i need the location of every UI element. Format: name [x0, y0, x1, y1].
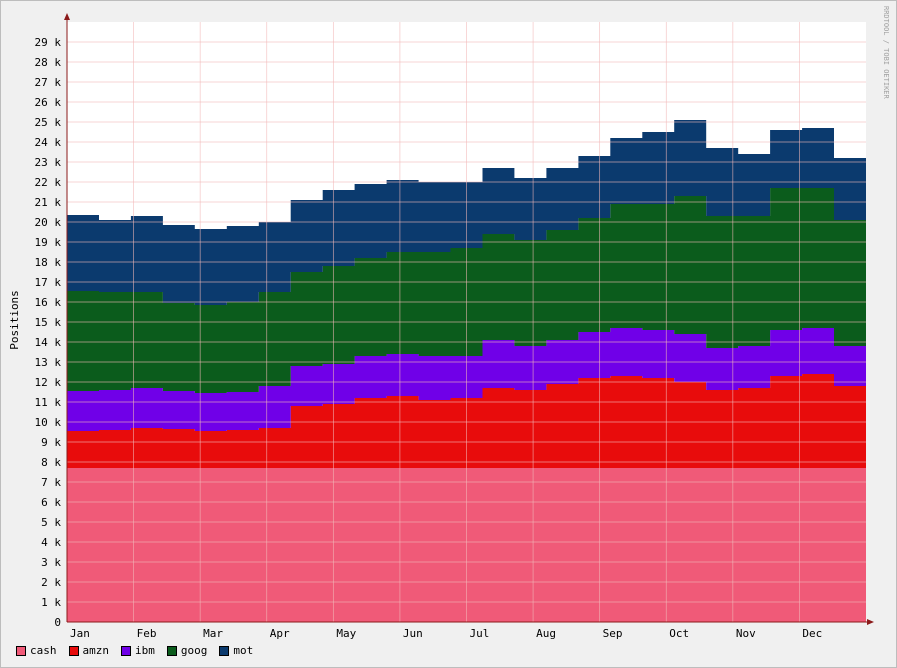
y-tick-label: 21 k: [35, 196, 62, 209]
legend-item-amzn: amzn: [68, 644, 110, 657]
y-tick-label: 12 k: [35, 376, 62, 389]
legend-label: goog: [180, 644, 208, 657]
y-tick-label: 23 k: [35, 156, 62, 169]
x-tick-label: Jun: [403, 627, 423, 640]
legend-swatch: [219, 645, 230, 656]
y-axis-label: Positions: [8, 290, 21, 350]
y-tick-label: 0: [54, 616, 61, 629]
x-tick-label: Mar: [203, 627, 223, 640]
x-tick-label: Aug: [536, 627, 556, 640]
x-tick-label: Nov: [736, 627, 756, 640]
y-tick-label: 15 k: [35, 316, 62, 329]
y-tick-label: 14 k: [35, 336, 62, 349]
y-tick-label: 1 k: [41, 596, 61, 609]
x-tick-label: Dec: [802, 627, 822, 640]
legend-label: ibm: [135, 644, 155, 657]
y-tick-label: 17 k: [35, 276, 62, 289]
legend-swatch: [16, 645, 26, 656]
x-tick-label: May: [336, 627, 356, 640]
legend-item-mot: mot: [219, 644, 253, 657]
legend-item-cash: cash: [16, 644, 57, 657]
y-tick-label: 13 k: [35, 356, 62, 369]
y-tick-label: 10 k: [35, 416, 62, 429]
y-tick-label: 3 k: [41, 556, 61, 569]
y-tick-label: 5 k: [41, 516, 61, 529]
y-tick-label: 22 k: [35, 176, 62, 189]
legend-swatch: [68, 645, 79, 656]
y-tick-label: 25 k: [35, 116, 62, 129]
x-tick-label: Jul: [470, 627, 490, 640]
y-tick-label: 4 k: [41, 536, 61, 549]
x-tick-label: Jan: [70, 627, 90, 640]
legend: cash amzn ibm goog mot: [16, 644, 253, 657]
watermark-text: RRDTOOL / TOBI OETIKER: [882, 6, 890, 100]
x-tick-label: Feb: [137, 627, 157, 640]
y-tick-label: 9 k: [41, 436, 61, 449]
y-tick-label: 7 k: [41, 476, 61, 489]
y-tick-label: 28 k: [35, 56, 62, 69]
legend-item-goog: goog: [166, 644, 208, 657]
legend-label: mot: [233, 644, 254, 657]
legend-label: amzn: [82, 644, 110, 657]
y-tick-label: 2 k: [41, 576, 61, 589]
y-tick-label: 18 k: [35, 256, 62, 269]
x-tick-label: Apr: [270, 627, 290, 640]
y-tick-label: 24 k: [35, 136, 62, 149]
x-tick-label: Oct: [669, 627, 689, 640]
y-tick-label: 26 k: [35, 96, 62, 109]
y-tick-label: 29 k: [35, 36, 62, 49]
y-tick-label: 16 k: [35, 296, 62, 309]
y-axis-arrow: [64, 13, 70, 20]
legend-swatch: [166, 645, 177, 656]
y-tick-label: 6 k: [41, 496, 61, 509]
x-tick-label: Sep: [603, 627, 623, 640]
legend-swatch: [121, 645, 131, 656]
x-axis-arrow: [867, 619, 874, 625]
y-tick-label: 19 k: [35, 236, 62, 249]
legend-label: cash: [30, 644, 57, 657]
legend-item-ibm: ibm: [121, 644, 155, 657]
y-tick-label: 11 k: [35, 396, 62, 409]
y-tick-label: 20 k: [35, 216, 62, 229]
stacked-area-chart: 0 1 k 2 k 3 k 4 k 5 k 6 k 7 k 8 k 9 k 10 k 11 k 12 k…: [8, 6, 890, 640]
y-tick-label: 8 k: [41, 456, 61, 469]
y-tick-label: 27 k: [35, 76, 62, 89]
